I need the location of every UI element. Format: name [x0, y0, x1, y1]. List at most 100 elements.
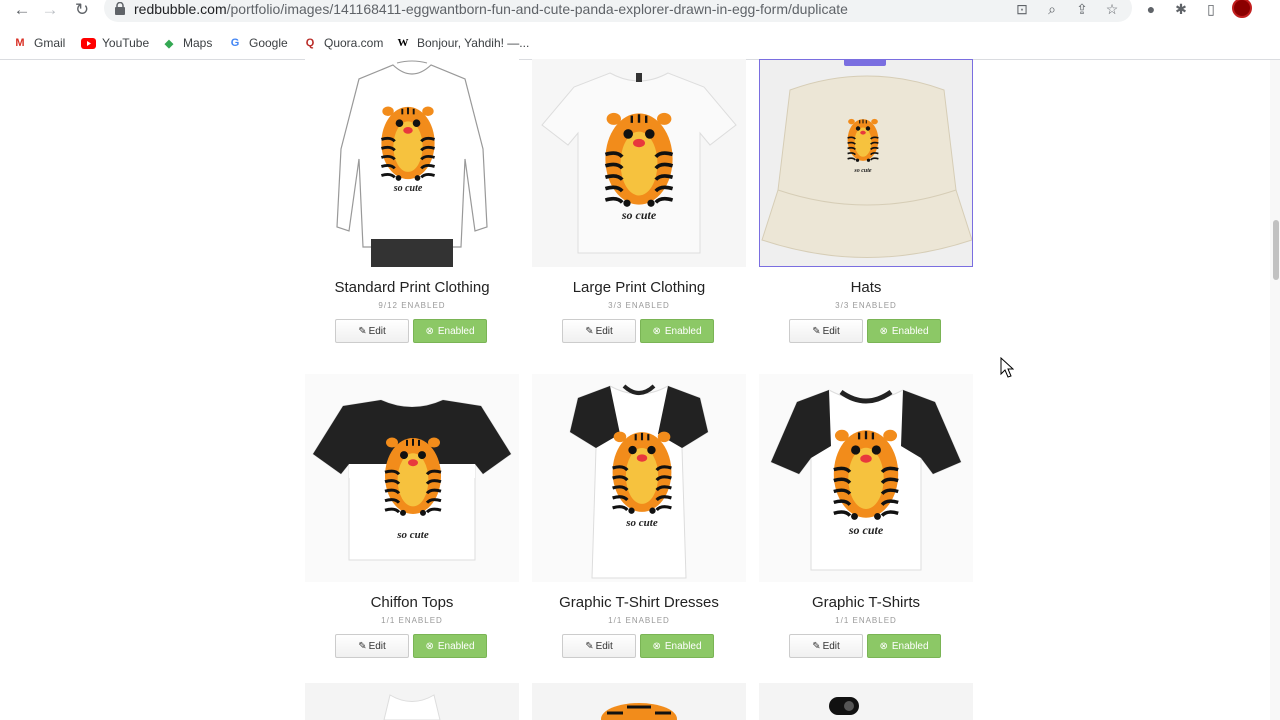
svg-text:so cute: so cute — [393, 183, 423, 194]
mouse-cursor-icon — [1000, 357, 1014, 378]
product-name: Graphic T-Shirt Dresses — [559, 594, 719, 611]
bookmark-label: Bonjour, Yahdih! —... — [417, 36, 530, 50]
bookmark-label: Google — [249, 36, 288, 50]
enabled-toggle-button[interactable]: ⊗ Enabled — [413, 319, 487, 343]
product-image — [759, 683, 973, 720]
edit-icon: ✎ — [812, 325, 821, 337]
bookmark-google[interactable]: G Google — [227, 34, 288, 52]
share-icon[interactable]: ⇪ — [1073, 0, 1091, 18]
maps-icon: ◆ — [164, 37, 174, 50]
edit-button[interactable]: ✎ Edit — [562, 634, 636, 658]
enabled-label: Enabled — [664, 325, 702, 337]
edit-label: Edit — [368, 640, 386, 652]
bookmarks-bar: M Gmail YouTube ◆ Maps G Google Q Quora.com … — [0, 30, 1280, 54]
selected-badge — [844, 60, 886, 66]
reload-icon[interactable]: ↻ — [70, 0, 94, 20]
product-image[interactable]: so cute — [305, 59, 519, 267]
product-name: Standard Print Clothing — [334, 279, 490, 296]
url-text[interactable]: redbubble.com/portfolio/images/141168411… — [134, 1, 848, 17]
sidepanel-icon[interactable]: ▯ — [1201, 0, 1221, 18]
svg-text:so cute: so cute — [848, 523, 884, 537]
product-name: Chiffon Tops — [370, 594, 454, 611]
edit-button[interactable]: ✎ Edit — [562, 319, 636, 343]
scrollbar[interactable] — [1270, 60, 1280, 720]
check-circle-icon: ⊗ — [425, 640, 434, 652]
back-icon[interactable]: ← — [10, 0, 34, 20]
profile-avatar[interactable] — [1232, 0, 1252, 18]
product-name: Graphic T-Shirts — [811, 594, 921, 611]
extension-icon[interactable]: ● — [1141, 0, 1161, 18]
enabled-count: 1/1 ENABLED — [381, 616, 443, 625]
url-path: /portfolio/images/141168411-eggwantborn-… — [226, 1, 848, 17]
enabled-count: 9/12 ENABLED — [378, 301, 446, 310]
edit-icon: ✎ — [358, 325, 367, 337]
puzzle-icon[interactable]: ✱ — [1171, 0, 1191, 18]
edit-button[interactable]: ✎ Edit — [335, 634, 409, 658]
enabled-label: Enabled — [664, 640, 702, 652]
bookmark-wikipedia[interactable]: W Bonjour, Yahdih! —... — [395, 34, 530, 52]
product-name: Hats — [850, 279, 882, 296]
edit-label: Edit — [595, 640, 613, 652]
product-image[interactable]: so cute — [759, 374, 973, 582]
check-circle-icon: ⊗ — [879, 325, 888, 337]
enabled-label: Enabled — [891, 640, 929, 652]
product-image[interactable]: so cute — [759, 59, 973, 267]
check-circle-icon: ⊗ — [879, 640, 888, 652]
enabled-toggle-button[interactable]: ⊗ Enabled — [867, 319, 941, 343]
enabled-toggle-button[interactable]: ⊗ Enabled — [640, 319, 714, 343]
edit-label: Edit — [822, 325, 840, 337]
enabled-label: Enabled — [437, 325, 475, 337]
edit-icon: ✎ — [585, 640, 594, 652]
svg-text:so cute: so cute — [621, 208, 657, 222]
product-image[interactable]: so cute — [305, 374, 519, 582]
wikipedia-icon: W — [397, 37, 409, 49]
product-image[interactable]: so cute — [532, 374, 746, 582]
bookmark-gmail[interactable]: M Gmail — [12, 34, 65, 52]
edit-button[interactable]: ✎ Edit — [789, 634, 863, 658]
browser-chrome: ← → ↻ redbubble.com/portfolio/images/141… — [0, 0, 1280, 60]
bookmark-label: YouTube — [102, 36, 150, 50]
bookmark-label: Maps — [183, 36, 213, 50]
star-icon[interactable]: ☆ — [1103, 0, 1121, 18]
check-circle-icon: ⊗ — [652, 640, 661, 652]
bookmark-quora[interactable]: Q Quora.com — [302, 34, 384, 52]
forward-icon[interactable]: → — [38, 0, 62, 20]
edit-icon: ✎ — [585, 325, 594, 337]
svg-text:so cute: so cute — [853, 168, 872, 174]
svg-text:so cute: so cute — [625, 517, 658, 529]
bookmark-youtube[interactable]: YouTube — [80, 34, 149, 52]
enabled-count: 1/1 ENABLED — [608, 616, 670, 625]
check-circle-icon: ⊗ — [652, 325, 661, 337]
edit-icon: ✎ — [812, 640, 821, 652]
enabled-toggle-button[interactable]: ⊗ Enabled — [640, 634, 714, 658]
enabled-toggle-button[interactable]: ⊗ Enabled — [413, 634, 487, 658]
url-host: redbubble.com — [134, 1, 227, 17]
product-image — [532, 683, 746, 720]
enabled-label: Enabled — [891, 325, 929, 337]
enabled-count: 3/3 ENABLED — [835, 301, 897, 310]
edit-button[interactable]: ✎ Edit — [789, 319, 863, 343]
edit-label: Edit — [595, 325, 613, 337]
product-image — [305, 683, 519, 720]
lock-icon — [115, 2, 125, 15]
google-icon: G — [230, 37, 240, 49]
youtube-icon — [80, 36, 96, 50]
translate-icon[interactable]: ⊡ — [1013, 0, 1031, 18]
edit-label: Edit — [368, 325, 386, 337]
svg-text:so cute: so cute — [396, 529, 429, 541]
enabled-count: 1/1 ENABLED — [835, 616, 897, 625]
scroll-thumb[interactable] — [1273, 220, 1279, 280]
edit-label: Edit — [822, 640, 840, 652]
product-name: Large Print Clothing — [572, 279, 706, 296]
gmail-icon: M — [15, 37, 25, 49]
enabled-toggle-button[interactable]: ⊗ Enabled — [867, 634, 941, 658]
bookmark-label: Quora.com — [324, 36, 384, 50]
product-image[interactable]: so cute — [532, 59, 746, 267]
quora-icon: Q — [305, 37, 315, 49]
enabled-count: 3/3 ENABLED — [608, 301, 670, 310]
check-circle-icon: ⊗ — [425, 325, 434, 337]
bookmark-label: Gmail — [34, 36, 66, 50]
zoom-icon[interactable]: ⌕ — [1043, 0, 1061, 18]
edit-button[interactable]: ✎ Edit — [335, 319, 409, 343]
bookmark-maps[interactable]: ◆ Maps — [161, 34, 213, 52]
